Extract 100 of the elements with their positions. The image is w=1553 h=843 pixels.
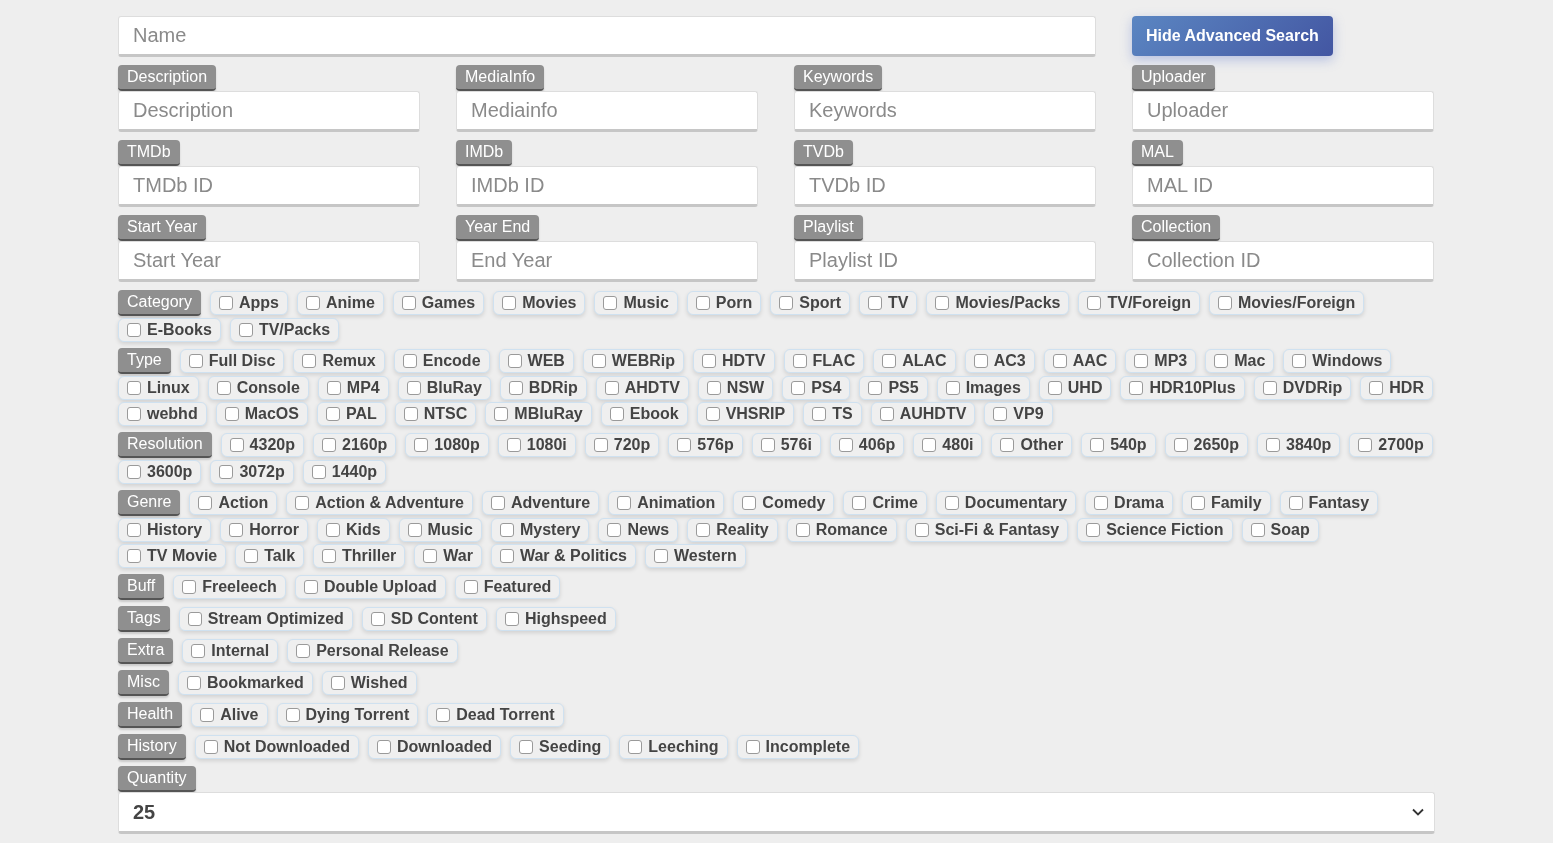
checkbox[interactable]	[499, 523, 514, 537]
filter-option[interactable]: VP9	[984, 402, 1053, 426]
checkbox[interactable]	[224, 407, 239, 421]
checkbox[interactable]	[1358, 438, 1373, 452]
checkbox[interactable]	[322, 549, 337, 563]
checkbox[interactable]	[1369, 381, 1384, 395]
checkbox[interactable]	[1250, 523, 1265, 537]
filter-option[interactable]: PAL	[316, 402, 386, 426]
filter-option[interactable]: VHSRIP	[696, 402, 795, 426]
checkbox[interactable]	[377, 740, 391, 754]
checkbox[interactable]	[285, 708, 300, 722]
filter-option[interactable]: Western	[644, 544, 746, 568]
checkbox[interactable]	[609, 407, 624, 421]
checkbox[interactable]	[742, 496, 757, 510]
checkbox[interactable]	[935, 296, 950, 310]
filter-option[interactable]: Apps	[209, 291, 288, 315]
checkbox[interactable]	[229, 438, 244, 452]
checkbox[interactable]	[696, 523, 711, 537]
filter-option[interactable]: Personal Release	[287, 639, 458, 663]
checkbox[interactable]	[423, 549, 438, 563]
checkbox[interactable]	[1052, 354, 1067, 368]
checkbox[interactable]	[502, 296, 517, 310]
checkbox[interactable]	[879, 407, 894, 421]
checkbox[interactable]	[499, 549, 514, 563]
input-field[interactable]: IMDb ID	[456, 166, 758, 207]
checkbox[interactable]	[1214, 354, 1229, 368]
filter-option[interactable]: Windows	[1283, 349, 1392, 373]
filter-option[interactable]: FLAC	[783, 349, 865, 373]
checkbox[interactable]	[403, 407, 418, 421]
filter-option[interactable]: 1080p	[405, 433, 489, 457]
filter-option[interactable]: BluRay	[397, 376, 491, 400]
input-field[interactable]: End Year	[456, 241, 758, 282]
filter-option[interactable]: History	[118, 518, 212, 542]
checkbox[interactable]	[127, 549, 141, 563]
checkbox[interactable]	[593, 438, 608, 452]
filter-option[interactable]: Crime	[843, 491, 927, 515]
checkbox[interactable]	[922, 438, 937, 452]
checkbox[interactable]	[1087, 296, 1102, 310]
checkbox[interactable]	[653, 549, 668, 563]
filter-option[interactable]: MacOS	[215, 402, 308, 426]
checkbox[interactable]	[914, 523, 929, 537]
checkbox[interactable]	[1090, 438, 1105, 452]
filter-option[interactable]: Downloaded	[368, 735, 502, 759]
checkbox[interactable]	[1086, 523, 1101, 537]
filter-option[interactable]: 3072p	[210, 460, 294, 484]
name-field[interactable]: Name	[118, 16, 1096, 57]
filter-option[interactable]: TV	[859, 291, 918, 315]
filter-option[interactable]: Porn	[686, 291, 762, 315]
checkbox[interactable]	[402, 354, 417, 368]
filter-option[interactable]: MP3	[1125, 349, 1197, 373]
checkbox[interactable]	[127, 381, 141, 395]
checkbox[interactable]	[238, 323, 253, 337]
checkbox[interactable]	[127, 465, 141, 479]
filter-option[interactable]: Seeding	[510, 735, 611, 759]
filter-option[interactable]: 1440p	[302, 460, 387, 484]
filter-option[interactable]: Not Downloaded	[194, 735, 359, 759]
filter-option[interactable]: TS	[803, 402, 862, 426]
checkbox[interactable]	[677, 438, 692, 452]
filter-option[interactable]: 720p	[584, 433, 660, 457]
filter-option[interactable]: Encode	[393, 349, 490, 373]
filter-option[interactable]: Ebook	[600, 402, 688, 426]
filter-option[interactable]: Wished	[321, 671, 417, 695]
filter-option[interactable]: Full Disc	[179, 349, 285, 373]
filter-option[interactable]: webhd	[118, 402, 207, 426]
filter-option[interactable]: NSW	[697, 376, 774, 400]
filter-option[interactable]: War	[414, 544, 482, 568]
checkbox[interactable]	[326, 381, 341, 395]
checkbox[interactable]	[607, 523, 622, 537]
checkbox[interactable]	[1134, 354, 1149, 368]
checkbox[interactable]	[1266, 438, 1280, 452]
filter-option[interactable]: 4320p	[220, 433, 304, 457]
filter-option[interactable]: News	[598, 518, 679, 542]
checkbox[interactable]	[216, 381, 231, 395]
filter-option[interactable]: Thriller	[313, 544, 406, 568]
checkbox[interactable]	[604, 381, 619, 395]
filter-option[interactable]: 3600p	[118, 460, 202, 484]
input-field[interactable]: Mediainfo	[456, 91, 758, 132]
filter-option[interactable]: Dying Torrent	[276, 703, 419, 727]
checkbox[interactable]	[191, 644, 206, 658]
checkbox[interactable]	[414, 438, 429, 452]
filter-option[interactable]: BDRip	[499, 376, 587, 400]
checkbox[interactable]	[506, 438, 521, 452]
checkbox[interactable]	[187, 612, 202, 626]
checkbox[interactable]	[1173, 438, 1188, 452]
checkbox[interactable]	[244, 549, 259, 563]
checkbox[interactable]	[302, 354, 317, 368]
filter-option[interactable]: TV Movie	[118, 544, 227, 568]
checkbox[interactable]	[322, 438, 336, 452]
filter-option[interactable]: Linux	[118, 376, 199, 400]
filter-option[interactable]: 2700p	[1349, 433, 1433, 457]
filter-option[interactable]: Console	[207, 376, 309, 400]
filter-option[interactable]: AAC	[1043, 349, 1117, 373]
checkbox[interactable]	[868, 381, 883, 395]
filter-option[interactable]: Music	[594, 291, 678, 315]
filter-option[interactable]: Fantasy	[1279, 491, 1379, 515]
filter-option[interactable]: Internal	[182, 639, 279, 663]
checkbox[interactable]	[200, 708, 215, 722]
filter-option[interactable]: Talk	[235, 544, 305, 568]
filter-option[interactable]: Highspeed	[495, 607, 616, 631]
filter-option[interactable]: Sci-Fi & Fantasy	[905, 518, 1069, 542]
